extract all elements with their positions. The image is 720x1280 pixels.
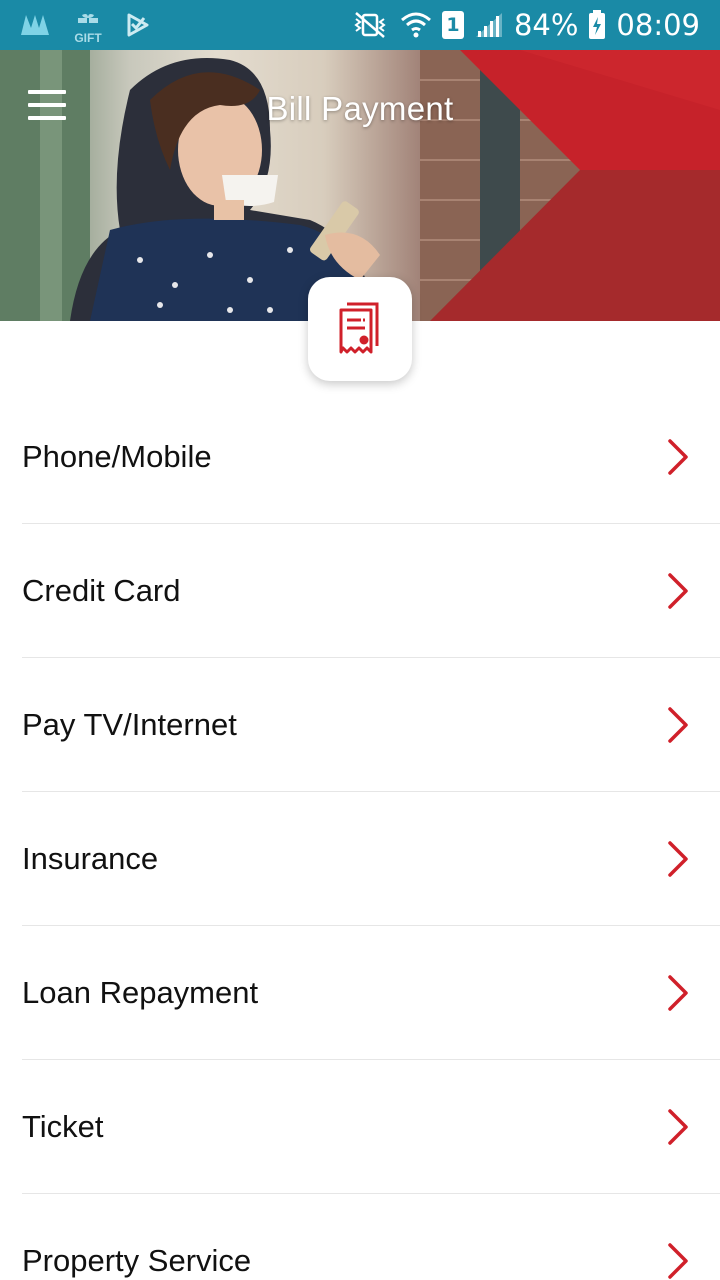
- gift-icon: GIFT: [74, 12, 102, 45]
- system-status: 1 84% 08:09: [340, 8, 700, 42]
- bill-category-list: Phone/Mobile Credit Card Pay TV/Internet…: [0, 390, 720, 1280]
- bill-receipt-icon: [339, 302, 379, 354]
- wifi-icon: [400, 11, 432, 39]
- list-item-label: Insurance: [22, 840, 159, 876]
- list-item-loan-repayment[interactable]: Loan Repayment: [22, 926, 720, 1060]
- list-item-label: Property Service: [22, 1243, 252, 1278]
- battery-percent: 84%: [513, 8, 579, 42]
- play-store-icon: [126, 13, 150, 37]
- bill-badge: [308, 277, 412, 381]
- status-bar: GIFT 1 84% 08:09: [0, 0, 720, 50]
- clock: 08:09: [616, 8, 700, 42]
- notification-icons: GIFT: [20, 12, 176, 45]
- signal-icon: [474, 11, 504, 39]
- list-item-label: Loan Repayment: [22, 974, 259, 1010]
- list-item-label: Ticket: [22, 1108, 104, 1144]
- list-item-label: Credit Card: [22, 572, 181, 608]
- gift-label: GIFT: [74, 31, 102, 45]
- chevron-right-icon: [658, 973, 698, 1013]
- list-item-label: Phone/Mobile: [22, 438, 212, 474]
- sim-icon: 1: [441, 11, 464, 39]
- page-title: Bill Payment: [266, 90, 454, 127]
- list-item-phone-mobile[interactable]: Phone/Mobile: [22, 390, 720, 524]
- list-item-label: Pay TV/Internet: [22, 706, 237, 742]
- list-item-pay-tv-internet[interactable]: Pay TV/Internet: [22, 658, 720, 792]
- chevron-right-icon: [658, 1107, 698, 1147]
- chevron-right-icon: [658, 839, 698, 879]
- chevron-right-icon: [658, 571, 698, 611]
- vibrate-mute-icon: [350, 11, 390, 39]
- chevron-right-icon: [658, 705, 698, 745]
- list-item-insurance[interactable]: Insurance: [22, 792, 720, 926]
- chevron-right-icon: [658, 437, 698, 477]
- list-item-property-service[interactable]: Property Service: [22, 1194, 720, 1280]
- chevron-right-icon: [658, 1241, 698, 1280]
- list-item-ticket[interactable]: Ticket: [22, 1060, 720, 1194]
- m-app-icon: [20, 14, 50, 36]
- battery-charging-icon: [588, 10, 606, 40]
- list-item-credit-card[interactable]: Credit Card: [22, 524, 720, 658]
